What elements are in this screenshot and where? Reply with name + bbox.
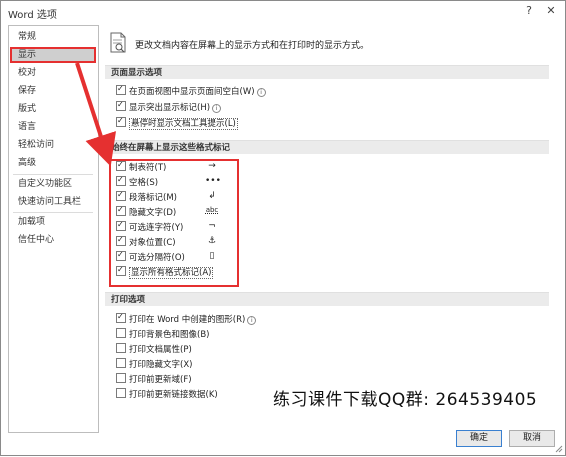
- option-label: 打印在 Word 中创建的图形(R): [129, 315, 246, 325]
- option-update-fields[interactable]: 打印前更新域(F): [116, 373, 192, 385]
- close-button[interactable]: ✕: [541, 2, 561, 20]
- sidebar-item-addins[interactable]: 加载项: [10, 214, 96, 230]
- info-icon: i: [256, 88, 266, 97]
- option-label: 打印隐藏文字(X): [129, 360, 193, 370]
- checkbox[interactable]: [116, 343, 126, 353]
- option-print-hidden-text[interactable]: 打印隐藏文字(X): [116, 358, 192, 370]
- ok-button[interactable]: 确定: [456, 430, 502, 447]
- checkbox[interactable]: [116, 83, 126, 95]
- option-label: 显示突出显示标记(H): [129, 103, 211, 113]
- sidebar-divider: [13, 174, 93, 175]
- sidebar-item-advanced[interactable]: 高级: [10, 155, 96, 171]
- cancel-button[interactable]: 取消: [509, 430, 555, 447]
- checkbox[interactable]: [116, 373, 126, 383]
- option-label: 打印文档属性(P): [129, 345, 192, 355]
- help-button[interactable]: ?: [519, 2, 539, 20]
- option-label: 在页面视图中显示页面间空白(W): [129, 87, 255, 97]
- option-show-tooltips[interactable]: 悬停时显示文档工具提示(L): [116, 115, 238, 130]
- info-icon: i: [247, 316, 257, 325]
- option-print-background[interactable]: 打印背景色和图像(B): [116, 328, 209, 340]
- sidebar-item-display[interactable]: 显示: [10, 47, 96, 63]
- section-print-options: 打印选项: [105, 292, 549, 306]
- checkbox[interactable]: [116, 115, 126, 127]
- section-formatting-marks: 始终在屏幕上显示这些格式标记: [105, 140, 549, 154]
- checkbox[interactable]: [116, 99, 126, 111]
- option-print-properties[interactable]: 打印文档属性(P): [116, 343, 192, 355]
- sidebar-item-accessibility[interactable]: 轻松访问: [10, 137, 96, 153]
- word-options-dialog: Word 选项 ? ✕ 常规 显示 校对 保存 版式 语言 轻松访问 高级 自定…: [0, 0, 566, 456]
- info-icon: i: [212, 104, 222, 113]
- checkbox[interactable]: [116, 388, 126, 398]
- option-show-whitespace[interactable]: 在页面视图中显示页面间空白(W)i: [116, 83, 266, 97]
- checkbox[interactable]: [116, 358, 126, 368]
- sidebar-item-layout[interactable]: 版式: [10, 101, 96, 117]
- option-label: 打印前更新域(F): [129, 375, 192, 385]
- sidebar-item-general[interactable]: 常规: [10, 29, 96, 45]
- sidebar-item-proofing[interactable]: 校对: [10, 65, 96, 81]
- watermark-text: 练习课件下载QQ群: 264539405: [273, 390, 538, 410]
- sidebar: 常规 显示 校对 保存 版式 语言 轻松访问 高级 自定义功能区 快速访问工具栏…: [8, 25, 99, 433]
- sidebar-item-quick-access-toolbar[interactable]: 快速访问工具栏: [10, 194, 96, 210]
- sidebar-divider: [13, 212, 93, 213]
- sidebar-item-trust-center[interactable]: 信任中心: [10, 232, 96, 248]
- highlight-box: [109, 159, 239, 287]
- checkbox[interactable]: [116, 311, 126, 323]
- section-page-display: 页面显示选项: [105, 65, 549, 79]
- document-display-icon: [110, 32, 126, 53]
- option-update-links[interactable]: 打印前更新链接数据(K): [116, 388, 218, 400]
- resize-grip-icon[interactable]: [555, 445, 563, 453]
- title-bar: Word 选项 ? ✕: [1, 1, 565, 23]
- option-label: 悬停时显示文档工具提示(L): [129, 118, 238, 130]
- option-label: 打印前更新链接数据(K): [129, 390, 218, 400]
- sidebar-item-customize-ribbon[interactable]: 自定义功能区: [10, 176, 96, 192]
- option-print-drawings[interactable]: 打印在 Word 中创建的图形(R)i: [116, 311, 257, 325]
- option-show-highlighter[interactable]: 显示突出显示标记(H)i: [116, 99, 222, 113]
- page-description: 更改文档内容在屏幕上的显示方式和在打印时的显示方式。: [135, 41, 370, 51]
- sidebar-item-language[interactable]: 语言: [10, 119, 96, 135]
- sidebar-item-save[interactable]: 保存: [10, 83, 96, 99]
- option-label: 打印背景色和图像(B): [129, 330, 210, 340]
- window-title: Word 选项: [8, 10, 57, 21]
- checkbox[interactable]: [116, 328, 126, 338]
